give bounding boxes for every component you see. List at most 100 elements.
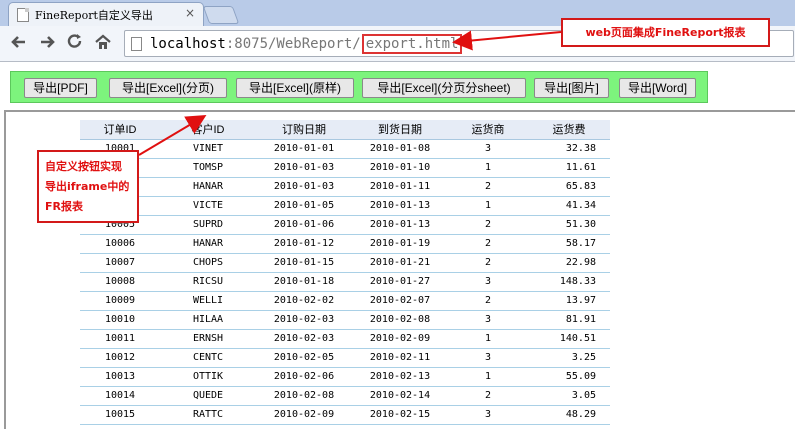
table-cell: QUEDE xyxy=(160,386,256,406)
table-cell: 10014 xyxy=(80,386,160,406)
table-row: 10001 VINET 2010-01-01 2010-01-08 3 32.38 xyxy=(80,139,610,159)
table-row: 10015 RATTC 2010-02-09 2010-02-15 3 48.29 xyxy=(80,405,610,425)
table-cell: 2010-02-06 xyxy=(256,367,352,387)
table-cell: 10012 xyxy=(80,348,160,368)
table-cell: 2010-01-18 xyxy=(256,272,352,292)
table-cell: 2010-01-03 xyxy=(256,177,352,197)
table-cell: HILAA xyxy=(160,310,256,330)
table-cell: 2010-01-11 xyxy=(352,177,448,197)
reload-icon[interactable] xyxy=(64,32,86,54)
home-icon[interactable] xyxy=(92,32,114,54)
table-cell: 2010-02-14 xyxy=(352,386,448,406)
export-image-button[interactable]: 导出[图片] xyxy=(534,78,609,98)
table-cell: 2010-02-08 xyxy=(352,310,448,330)
table-cell: 2010-01-27 xyxy=(352,272,448,292)
page-icon xyxy=(131,36,142,51)
table-cell: TOMSP xyxy=(160,158,256,178)
browser-tab[interactable]: FineReport自定义导出 × xyxy=(8,2,204,26)
table-header-row: 订单ID 客户ID 订购日期 到货日期 运货商 运货费 xyxy=(80,120,610,140)
table-cell: 10009 xyxy=(80,291,160,311)
column-header: 客户ID xyxy=(160,120,256,140)
annotation-web-integration: web页面集成FineReport报表 xyxy=(561,18,770,47)
table-row: 10002TOMSP2010-01-032010-01-10111.61 xyxy=(80,158,610,178)
table-cell: 2010-02-13 xyxy=(352,367,448,387)
table-row: 10008 RICSU 2010-01-18 2010-01-27 3 148.33 xyxy=(80,272,610,292)
export-button-bar: 导出[PDF] 导出[Excel](分页) 导出[Excel](原样) 导出[E… xyxy=(10,71,708,103)
table-row: 10014 QUEDE 2010-02-08 2010-02-14 2 3.05 xyxy=(80,386,610,406)
table-cell: 3 xyxy=(448,139,528,159)
table-cell: HANAR xyxy=(160,177,256,197)
table-cell: 1 xyxy=(448,158,528,178)
table-cell: 2 xyxy=(448,177,528,197)
table-cell: 2 xyxy=(448,291,528,311)
export-excel-paged-button[interactable]: 导出[Excel](分页) xyxy=(109,78,227,98)
table-cell: 10011 xyxy=(80,329,160,349)
table-cell: 2010-02-07 xyxy=(352,291,448,311)
column-header: 运货费 xyxy=(528,120,610,140)
table-cell: 2010-01-13 xyxy=(352,215,448,235)
table-cell: 55.09 xyxy=(528,367,610,387)
table-cell: 2010-02-15 xyxy=(352,405,448,425)
export-excel-original-button[interactable]: 导出[Excel](原样) xyxy=(236,78,354,98)
export-pdf-button[interactable]: 导出[PDF] xyxy=(24,78,97,98)
table-cell: CHOPS xyxy=(160,253,256,273)
table-cell: 2010-01-06 xyxy=(256,215,352,235)
table-cell: 140.51 xyxy=(528,329,610,349)
export-word-button[interactable]: 导出[Word] xyxy=(619,78,696,98)
close-icon[interactable]: × xyxy=(185,6,195,20)
table-cell: 41.34 xyxy=(528,196,610,216)
table-cell: 1 xyxy=(448,367,528,387)
table-cell: VINET xyxy=(160,139,256,159)
annotation-custom-buttons: 自定义按钮实现导出iframe中的FR报表 xyxy=(37,150,139,223)
table-cell: 65.83 xyxy=(528,177,610,197)
table-row: 10005 SUPRD 2010-01-06 2010-01-13 2 51.30 xyxy=(80,215,610,235)
table-cell: 2 xyxy=(448,386,528,406)
export-excel-sheets-button[interactable]: 导出[Excel](分页分sheet) xyxy=(362,78,526,98)
table-cell: 3.25 xyxy=(528,348,610,368)
table-cell: 3 xyxy=(448,272,528,292)
column-header: 到货日期 xyxy=(352,120,448,140)
table-cell: 10015 xyxy=(80,405,160,425)
table-cell: 10006 xyxy=(80,234,160,254)
table-cell: 32.38 xyxy=(528,139,610,159)
page-viewport: 导出[PDF] 导出[Excel](分页) 导出[Excel](原样) 导出[E… xyxy=(0,62,795,429)
url-text: localhost:8075/WebReport/export.html xyxy=(150,33,463,54)
table-cell: 2010-01-08 xyxy=(352,139,448,159)
table-cell: 48.29 xyxy=(528,405,610,425)
table-cell: 11.61 xyxy=(528,158,610,178)
table-cell: 3 xyxy=(448,348,528,368)
new-tab-button[interactable] xyxy=(202,6,240,24)
table-cell: 2010-01-15 xyxy=(256,253,352,273)
table-cell: 2010-01-01 xyxy=(256,139,352,159)
back-icon[interactable] xyxy=(8,32,30,54)
table-cell: 10010 xyxy=(80,310,160,330)
table-cell: 2010-01-21 xyxy=(352,253,448,273)
url-path: :8075/WebReport/ xyxy=(225,35,361,52)
table-cell: 22.98 xyxy=(528,253,610,273)
table-row: 10004VICTE2010-01-052010-01-13141.34 xyxy=(80,196,610,216)
table-cell: 2 xyxy=(448,253,528,273)
table-cell: 3.05 xyxy=(528,386,610,406)
table-cell: 3 xyxy=(448,405,528,425)
column-header: 订单ID xyxy=(80,120,160,140)
table-cell: RICSU xyxy=(160,272,256,292)
table-row: 10013 OTTIK 2010-02-06 2010-02-13 1 55.09 xyxy=(80,367,610,387)
table-cell: ERNSH xyxy=(160,329,256,349)
table-cell: 2010-02-02 xyxy=(256,291,352,311)
table-row: 10011 ERNSH 2010-02-03 2010-02-09 1 140.51 xyxy=(80,329,610,349)
table-cell: 2010-02-09 xyxy=(256,405,352,425)
table-cell: VICTE xyxy=(160,196,256,216)
table-cell: 2010-01-10 xyxy=(352,158,448,178)
table-cell: OTTIK xyxy=(160,367,256,387)
table-cell: 2010-01-13 xyxy=(352,196,448,216)
table-cell: 148.33 xyxy=(528,272,610,292)
page-icon xyxy=(17,7,29,22)
table-cell: 2010-02-09 xyxy=(352,329,448,349)
table-cell: 3 xyxy=(448,310,528,330)
forward-icon[interactable] xyxy=(36,32,58,54)
table-cell: WELLI xyxy=(160,291,256,311)
report-table: 订单ID 客户ID 订购日期 到货日期 运货商 运货费 10001 VINET 20… xyxy=(80,120,610,425)
table-cell: 2010-02-08 xyxy=(256,386,352,406)
url-host: localhost xyxy=(150,35,226,52)
table-row: 10012 CENTC 2010-02-05 2010-02-11 3 3.25 xyxy=(80,348,610,368)
